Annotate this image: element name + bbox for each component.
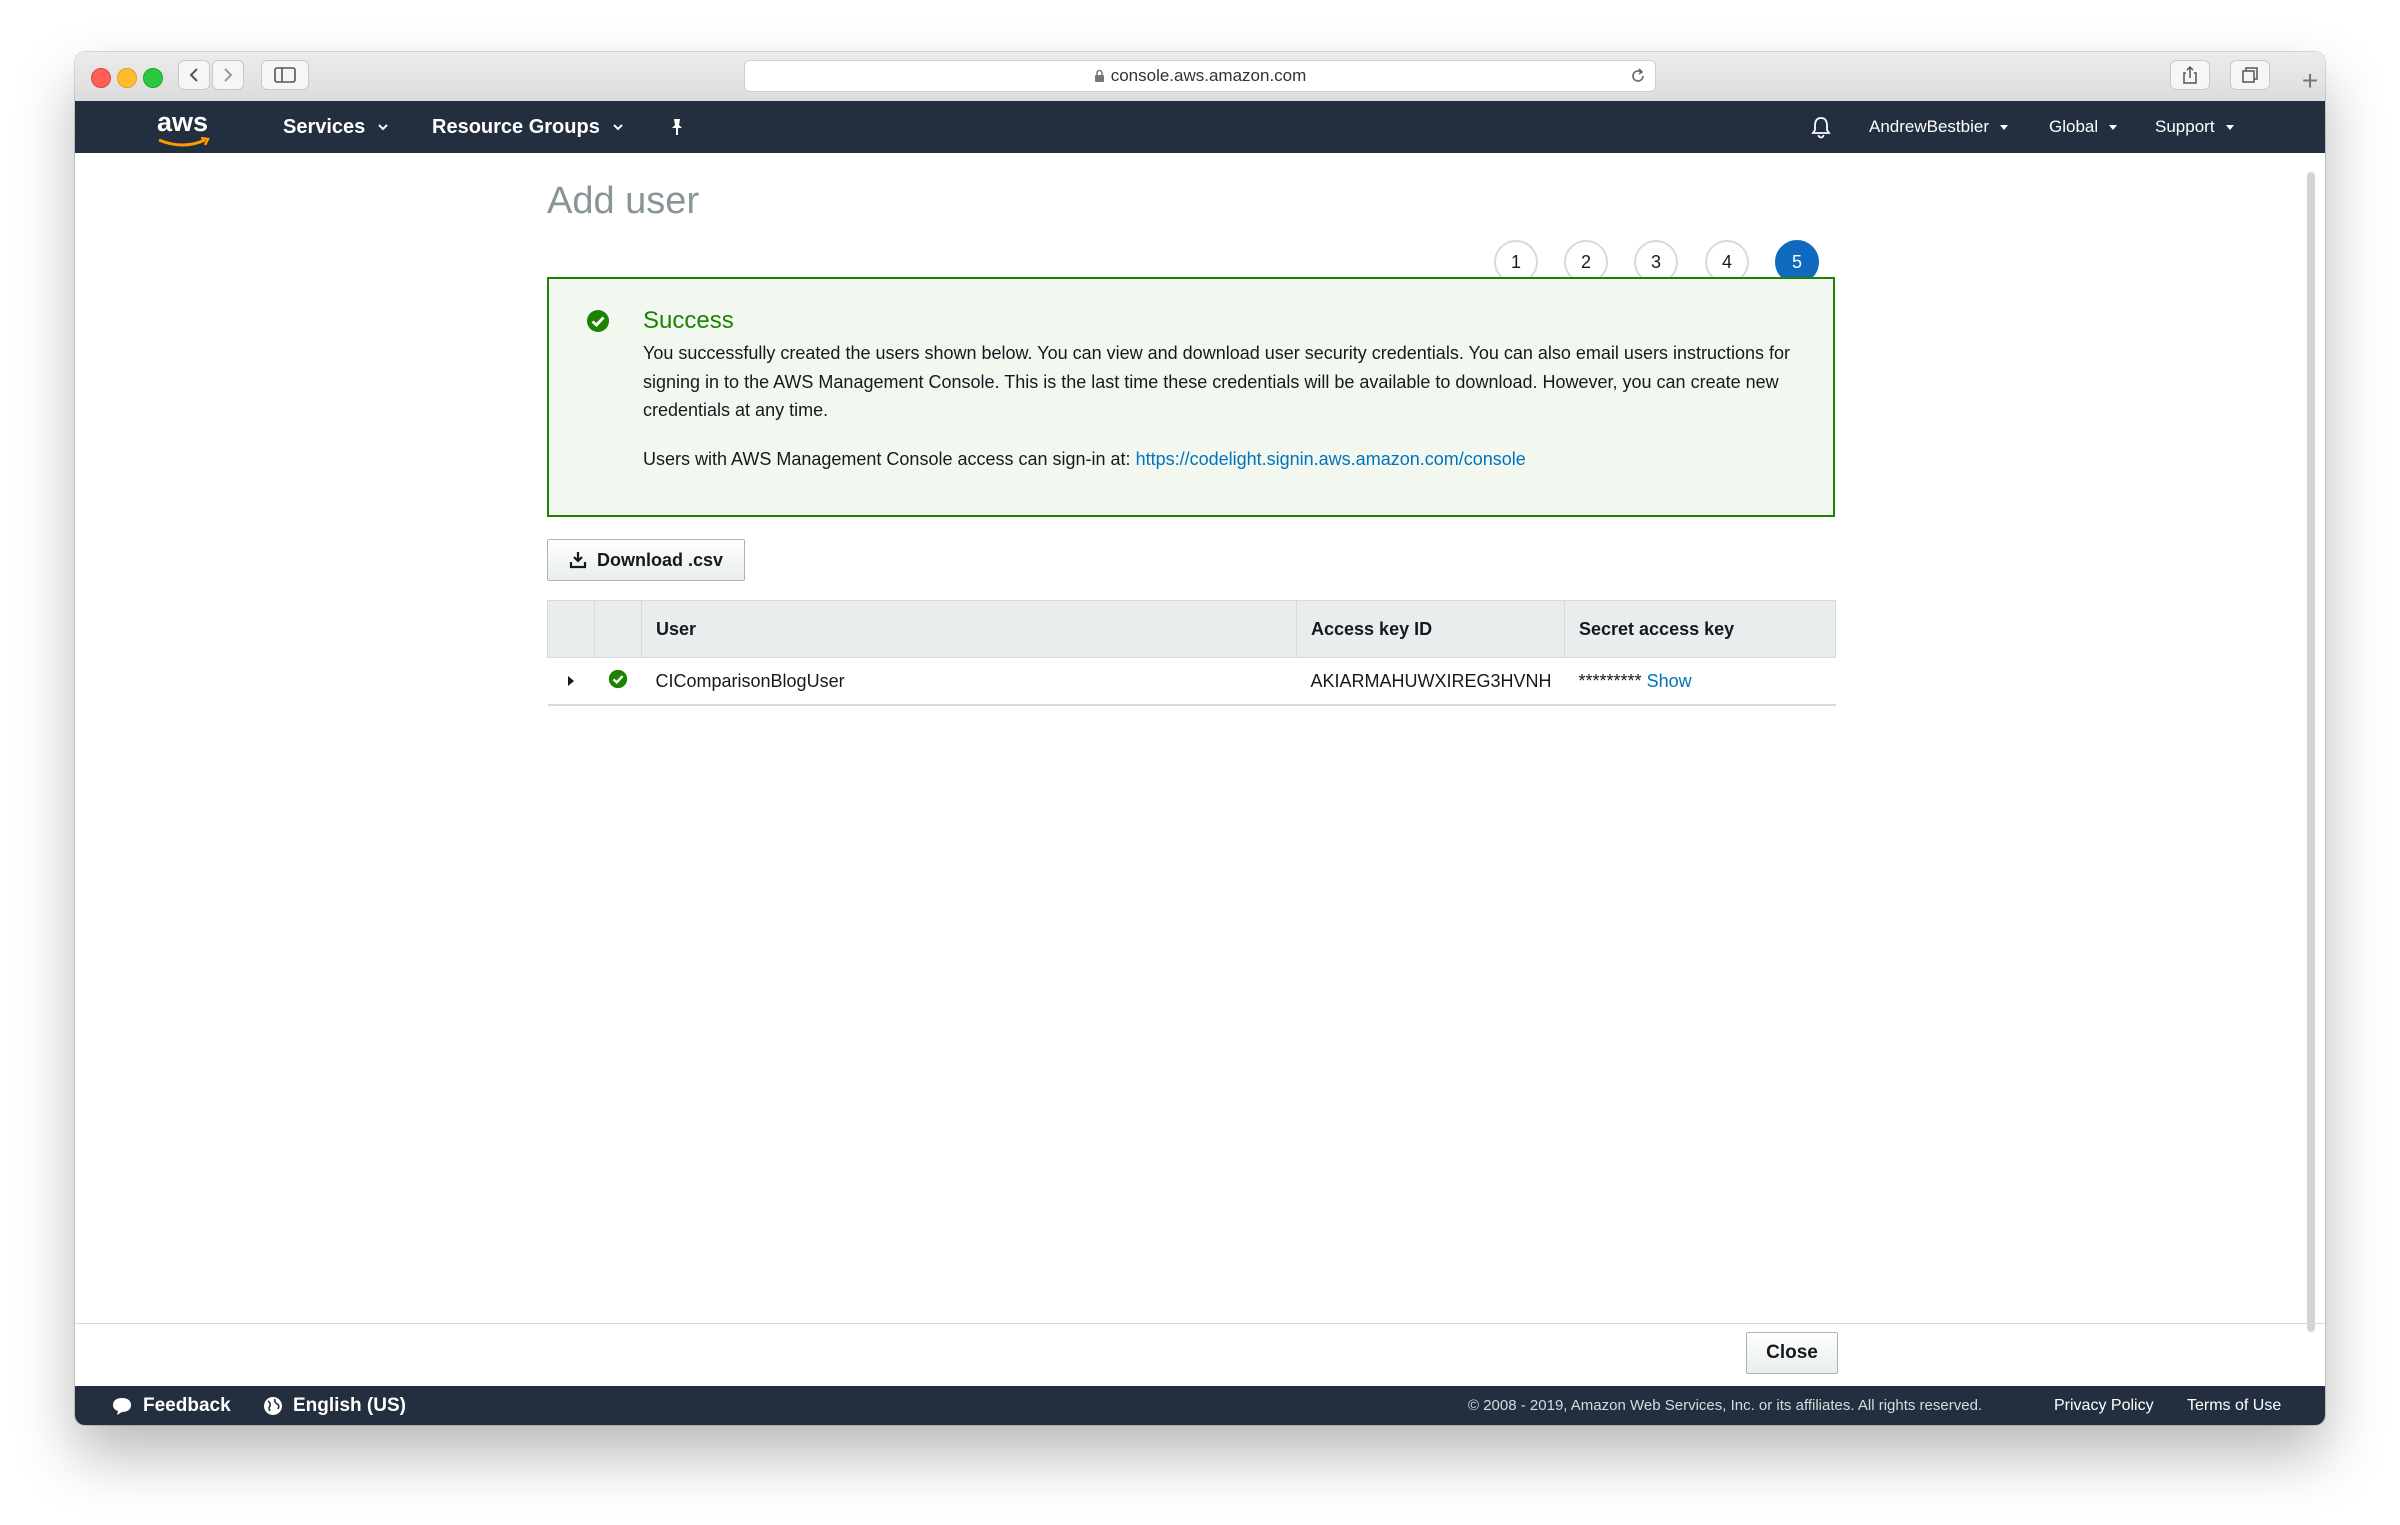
resource-groups-menu[interactable]: Resource Groups [432,101,624,153]
zoom-window-button[interactable] [143,68,163,88]
table-header-row: User Access key ID Secret access key [547,600,1836,658]
back-button[interactable] [178,60,210,90]
support-menu[interactable]: Support [2155,101,2235,153]
resource-groups-label: Resource Groups [432,115,600,138]
users-table: User Access key ID Secret access key CIC… [547,600,1836,706]
lock-icon [1094,69,1104,82]
notifications-button[interactable] [1810,101,1832,153]
feedback-button[interactable]: Feedback [111,1386,231,1425]
share-button[interactable] [2170,60,2210,90]
terms-of-use-link[interactable]: Terms of Use [2187,1386,2281,1425]
signin-prefix: Users with AWS Management Console access… [643,449,1136,469]
download-icon [569,552,587,569]
tabs-icon [2242,67,2258,83]
account-label: AndrewBestbier [1869,117,1990,136]
secret-key-cell: ********* Show [1564,657,1836,706]
pin-icon [672,119,682,135]
user-name-cell: CIComparisonBlogUser [641,657,1297,706]
share-icon [2183,65,2197,84]
support-label: Support [2155,117,2215,136]
minimize-window-button[interactable] [117,68,137,88]
bell-icon [1811,117,1831,139]
globe-icon [264,1396,282,1415]
user-column-header[interactable]: User [641,600,1297,658]
page-scrollbar[interactable] [2307,172,2315,1332]
chevron-right-icon [224,68,233,82]
download-csv-label: Download .csv [596,549,724,570]
close-button[interactable]: Close [1746,1332,1838,1374]
signin-info: Users with AWS Management Console access… [643,449,1526,470]
language-label: English (US) [293,1394,406,1416]
caret-down-icon [2225,124,2234,130]
chevron-left-icon [189,68,198,82]
services-menu[interactable]: Services [283,101,389,153]
status-column-header [594,600,642,658]
wizard-footer-divider [75,1323,2325,1324]
url-text: console.aws.amazon.com [1110,66,1307,85]
region-label: Global [2049,117,2099,136]
access-key-column-header[interactable]: Access key ID [1296,600,1565,658]
feedback-label: Feedback [143,1394,231,1416]
aws-top-navigation: aws Services Resource Groups AndrewBestb… [75,101,2325,153]
language-selector[interactable]: English (US) [263,1386,406,1425]
secret-key-masked: ********* [1578,670,1642,691]
alert-title: Success [643,307,734,334]
address-bar[interactable]: console.aws.amazon.com [744,60,1656,92]
caret-down-icon [2109,124,2118,130]
alert-message: You successfully created the users shown… [643,343,1790,420]
copyright-text: © 2008 - 2019, Amazon Web Services, Inc.… [1468,1397,1983,1414]
caret-down-icon [2000,124,2009,130]
row-status [594,657,642,706]
services-label: Services [283,115,366,138]
console-footer: Feedback English (US) © 2008 - 2019, Ama… [75,1386,2325,1425]
aws-smile-icon [158,137,210,147]
sidebar-icon [274,67,296,83]
account-menu[interactable]: AndrewBestbier [1869,101,2009,153]
close-window-button[interactable] [91,68,111,88]
access-key-cell: AKIARMAHUWXIREG3HVNH [1296,657,1565,706]
expand-column-header [547,600,595,658]
secret-key-column-header[interactable]: Secret access key [1564,600,1836,658]
page-title: Add user [547,180,700,222]
reload-icon[interactable] [1629,66,1647,86]
browser-toolbar: console.aws.amazon.com + [75,52,2325,102]
aws-logo-text: aws [157,107,209,137]
new-tab-button[interactable]: + [2295,62,2325,100]
sidebar-toggle-button[interactable] [261,60,309,90]
privacy-policy-link[interactable]: Privacy Policy [2054,1386,2154,1425]
expand-row-toggle[interactable] [547,657,595,706]
tabs-overview-button[interactable] [2230,60,2270,90]
caret-right-icon [568,675,574,686]
success-check-icon [587,310,609,332]
speech-bubble-icon [113,1397,131,1415]
table-row: CIComparisonBlogUser AKIARMAHUWXIREG3HVN… [547,657,1836,706]
pin-button[interactable] [668,101,686,153]
signin-url-link[interactable]: https://codelight.signin.aws.amazon.com/… [1136,449,1526,469]
browser-window: console.aws.amazon.com + aws Services Re… [75,52,2325,1425]
forward-button[interactable] [212,60,244,90]
success-check-icon [608,669,628,688]
show-secret-link[interactable]: Show [1647,671,1692,691]
success-alert: Success You successfully created the use… [547,277,1835,517]
chevron-down-icon [613,124,623,131]
download-csv-button[interactable]: Download .csv [547,539,745,581]
aws-logo[interactable]: aws [155,107,213,147]
region-menu[interactable]: Global [2049,101,2118,153]
chevron-down-icon [378,124,389,131]
